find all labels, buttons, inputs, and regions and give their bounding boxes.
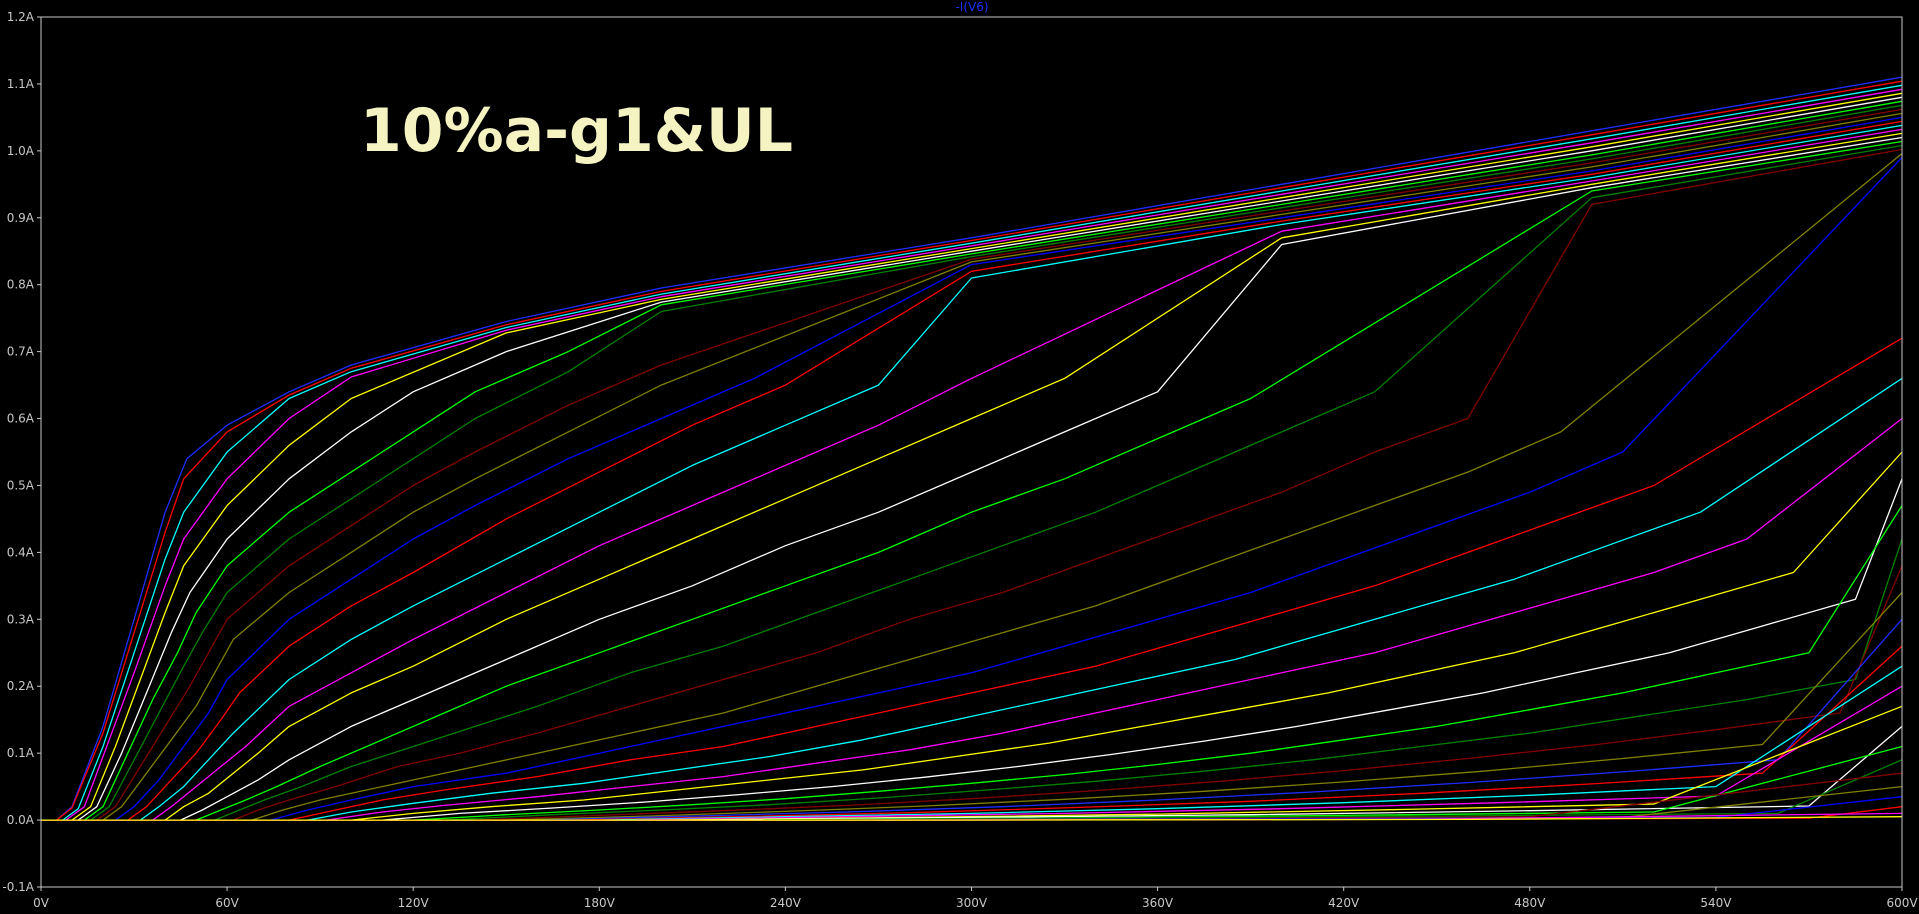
y-tick-label: 0.1A xyxy=(7,746,35,760)
x-tick-label: 300V xyxy=(956,896,988,910)
plot-window: 0V 60V 120V 180V 240V 300V 360V 420V 480V 540V 600… xyxy=(0,0,1919,914)
plot-background xyxy=(0,0,1919,914)
y-tick-label: 0.0A xyxy=(7,813,35,827)
x-tick-label: 60V xyxy=(215,896,239,910)
y-tick-label: 0.6A xyxy=(7,412,35,426)
y-tick-label: 0.5A xyxy=(7,478,35,492)
x-tick-label: 240V xyxy=(770,896,802,910)
y-tick-label: 0.3A xyxy=(7,612,35,626)
x-tick-label: 180V xyxy=(584,896,616,910)
x-tick-label: 600V xyxy=(1886,896,1918,910)
y-tick-label: 0.8A xyxy=(7,278,35,292)
annotation-label: 10%a-g1&UL xyxy=(360,96,793,166)
y-tick-label: 0.2A xyxy=(7,679,35,693)
y-tick-label: 0.4A xyxy=(7,545,35,559)
x-tick-label: 360V xyxy=(1142,896,1174,910)
x-tick-label: 540V xyxy=(1700,896,1732,910)
x-tick-label: 480V xyxy=(1514,896,1546,910)
trace-title[interactable]: -I(V6) xyxy=(955,0,988,14)
y-tick-label: 1.2A xyxy=(7,10,35,24)
y-tick-label: 1.1A xyxy=(7,77,35,91)
y-tick-label: 1.0A xyxy=(7,144,35,158)
x-tick-label: 120V xyxy=(398,896,430,910)
x-tick-label: 420V xyxy=(1328,896,1360,910)
y-tick-label: -0.1A xyxy=(2,880,34,894)
y-tick-label: 0.9A xyxy=(7,211,35,225)
x-tick-label: 0V xyxy=(33,896,50,910)
y-tick-label: 0.7A xyxy=(7,345,35,359)
chart-plot: 0V 60V 120V 180V 240V 300V 360V 420V 480V 540V 600… xyxy=(0,0,1919,914)
